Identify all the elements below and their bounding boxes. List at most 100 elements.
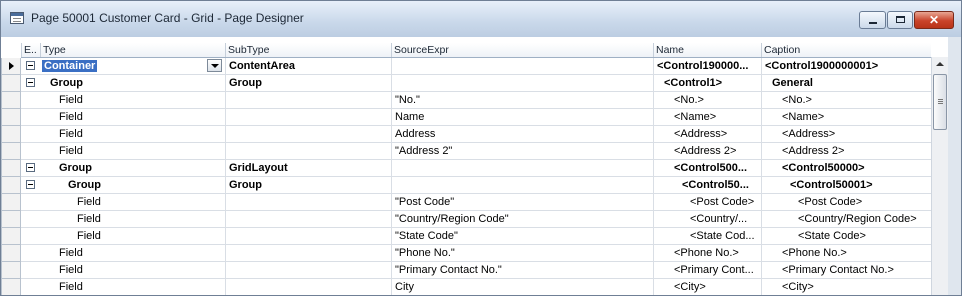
caption-cell[interactable]: <No.> [761,92,931,108]
scroll-thumb[interactable] [933,74,947,130]
row-selector[interactable] [1,92,21,109]
table-row[interactable]: Field "State Code" <State Cod... <State Cod… [21,228,931,245]
collapse-icon[interactable] [26,180,35,189]
sourceexpr-cell[interactable]: "Post Code" [391,194,653,210]
table-row[interactable]: Field Name <Name> <Name> [21,109,931,126]
row-selector[interactable] [1,143,21,160]
row-selector[interactable] [1,228,21,245]
scroll-up-icon[interactable] [933,58,947,72]
subtype-cell[interactable] [225,245,391,261]
name-cell[interactable]: <Control50... [653,177,761,193]
subtype-cell[interactable]: GridLayout [225,160,391,176]
table-row[interactable]: Field "Address 2" <Address 2> <Address 2> [21,143,931,160]
caption-cell[interactable]: <Control50001> [761,177,931,193]
title-bar[interactable]: Page 50001 Customer Card - Grid - Page D… [1,1,961,37]
maximize-button[interactable] [887,11,913,29]
sourceexpr-cell[interactable]: Name [391,109,653,125]
caption-cell[interactable]: General [761,75,931,91]
row-selector[interactable] [1,262,21,279]
table-row[interactable]: Field Address <Address> <Address> [21,126,931,143]
sourceexpr-cell[interactable]: "Primary Contact No." [391,262,653,278]
row-selector[interactable] [1,177,21,194]
type-cell[interactable]: Field [59,262,205,278]
row-selector[interactable] [1,245,21,262]
subtype-cell[interactable] [225,211,391,227]
type-cell[interactable]: Container [42,58,205,74]
subtype-cell[interactable] [225,109,391,125]
subtype-cell[interactable] [225,143,391,159]
current-row-indicator[interactable] [1,58,21,75]
caption-cell[interactable]: <Phone No.> [761,245,931,261]
row-selector[interactable] [1,160,21,177]
name-cell[interactable]: <Name> [653,109,761,125]
column-header-name[interactable]: Name [653,43,761,57]
name-cell[interactable]: <City> [653,279,761,295]
table-row[interactable]: Field "Phone No." <Phone No.> <Phone No.> [21,245,931,262]
subtype-cell[interactable]: Group [225,177,391,193]
table-row[interactable]: Group Group <Control1> General [21,75,931,92]
type-cell[interactable]: Field [59,92,205,108]
column-header-subtype[interactable]: SubType [225,43,391,57]
column-header-expand[interactable]: E.. [21,43,40,57]
row-selector[interactable] [1,194,21,211]
caption-cell[interactable]: <City> [761,279,931,295]
column-header-caption[interactable]: Caption [761,43,931,57]
type-cell[interactable]: Field [77,211,205,227]
caption-cell[interactable]: <Address 2> [761,143,931,159]
column-header-type[interactable]: Type [40,43,206,57]
subtype-cell[interactable] [225,279,391,295]
table-row[interactable]: Field "Post Code" <Post Code> <Post Code> [21,194,931,211]
table-row[interactable]: Field "Primary Contact No." <Primary Cont.… [21,262,931,279]
subtype-cell[interactable] [225,228,391,244]
type-cell[interactable]: Field [59,143,205,159]
type-cell[interactable]: Field [59,109,205,125]
sourceexpr-cell[interactable]: "No." [391,92,653,108]
sourceexpr-cell[interactable]: "Address 2" [391,143,653,159]
caption-cell[interactable]: <State Code> [761,228,931,244]
type-cell[interactable]: Field [59,279,205,295]
type-cell[interactable]: Field [59,126,205,142]
sourceexpr-cell[interactable]: Address [391,126,653,142]
table-row[interactable]: Group Group <Control50... <Control50001> [21,177,931,194]
name-cell[interactable]: <Country/... [653,211,761,227]
name-cell[interactable]: <Control190000... [653,58,761,74]
subtype-cell[interactable]: Group [225,75,391,91]
row-selector[interactable] [1,279,21,295]
table-row[interactable]: Container ContentArea <Control190000... <Co… [21,58,931,75]
type-cell[interactable]: Field [77,228,205,244]
type-cell[interactable]: Field [77,194,205,210]
close-button[interactable]: ✕ [914,11,954,29]
collapse-icon[interactable] [26,163,35,172]
subtype-cell[interactable]: ContentArea [225,58,391,74]
name-cell[interactable]: <Control1> [653,75,761,91]
row-selector[interactable] [1,75,21,92]
row-selector[interactable] [1,109,21,126]
caption-cell[interactable]: <Post Code> [761,194,931,210]
name-cell[interactable]: <State Cod... [653,228,761,244]
type-cell[interactable]: Group [50,75,205,91]
caption-cell[interactable]: <Control50000> [761,160,931,176]
sourceexpr-cell[interactable] [391,58,653,74]
sourceexpr-cell[interactable]: "State Code" [391,228,653,244]
table-row[interactable]: Field "No." <No.> <No.> [21,92,931,109]
sourceexpr-cell[interactable] [391,177,653,193]
sourceexpr-cell[interactable]: "Country/Region Code" [391,211,653,227]
row-selector[interactable] [1,211,21,228]
caption-cell[interactable]: <Primary Contact No.> [761,262,931,278]
caption-cell[interactable]: <Country/Region Code> [761,211,931,227]
minimize-button[interactable] [859,11,886,29]
subtype-cell[interactable] [225,262,391,278]
type-cell[interactable]: Field [59,245,205,261]
caption-cell[interactable]: <Name> [761,109,931,125]
name-cell[interactable]: <Primary Cont... [653,262,761,278]
type-cell[interactable]: Group [59,160,205,176]
type-dropdown-icon[interactable] [207,59,222,72]
collapse-icon[interactable] [26,61,35,70]
name-cell[interactable]: <Address> [653,126,761,142]
subtype-cell[interactable] [225,194,391,210]
name-cell[interactable]: <No.> [653,92,761,108]
name-cell[interactable]: <Control500... [653,160,761,176]
table-row[interactable]: Field City <City> <City> [21,279,931,295]
name-cell[interactable]: <Phone No.> [653,245,761,261]
collapse-icon[interactable] [26,78,35,87]
